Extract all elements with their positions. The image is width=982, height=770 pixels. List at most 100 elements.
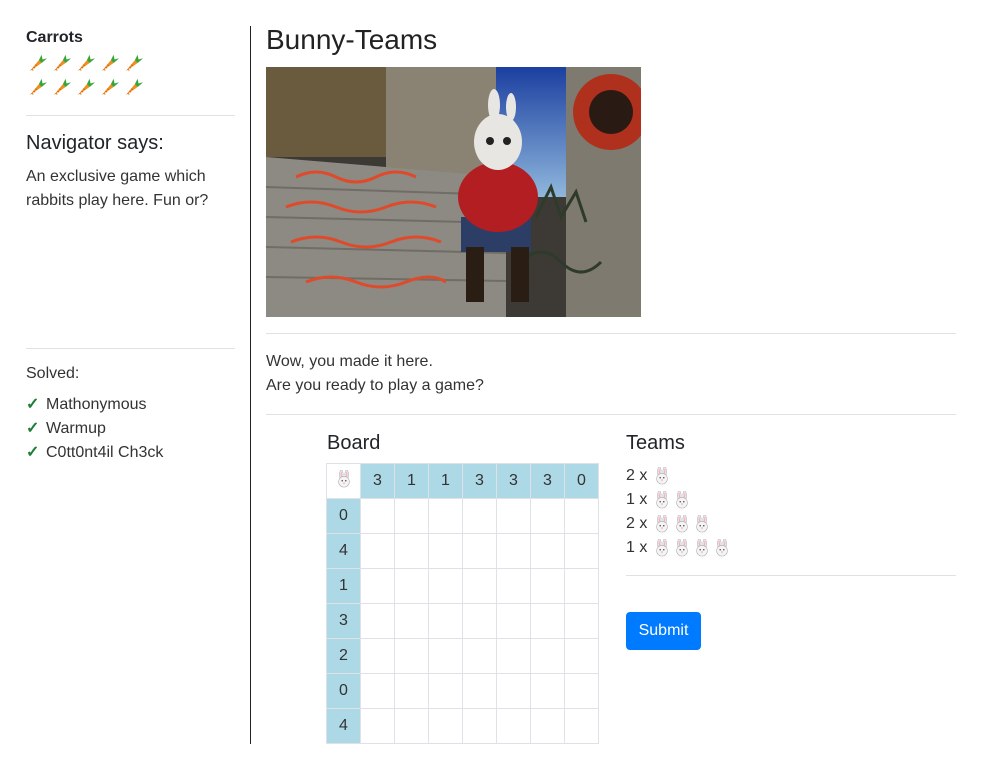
- board-row: 4: [326, 533, 599, 569]
- board-cell[interactable]: [564, 568, 599, 604]
- teams-list: 2 x 1 x 2 x 1 x: [626, 464, 731, 560]
- column-header-cell: 3: [530, 463, 565, 499]
- row-header-cell: 1: [326, 568, 361, 604]
- board-cell[interactable]: [394, 498, 429, 534]
- bunny-icon: [693, 515, 711, 533]
- submit-button[interactable]: Submit: [626, 612, 701, 650]
- board-cell[interactable]: [564, 673, 599, 709]
- board-cell[interactable]: [530, 533, 565, 569]
- board-cell[interactable]: [360, 708, 395, 744]
- carrot-icon: [122, 52, 146, 76]
- row-header-cell: 4: [326, 533, 361, 569]
- board-cell[interactable]: [496, 568, 531, 604]
- board-cell[interactable]: [496, 673, 531, 709]
- board-cell[interactable]: [394, 673, 429, 709]
- board-cell[interactable]: [496, 708, 531, 744]
- board-cell[interactable]: [428, 638, 463, 674]
- bunny-icon: [653, 539, 671, 557]
- board-cell[interactable]: [462, 533, 497, 569]
- carrot-icon: [98, 52, 122, 76]
- page-title: Bunny-Teams: [266, 24, 438, 55]
- board-cell[interactable]: [530, 638, 565, 674]
- intro-text: Wow, you made it here. Are you ready to …: [266, 350, 484, 398]
- board-cell[interactable]: [360, 603, 395, 639]
- team-item: 2 x: [626, 464, 731, 488]
- board-cell[interactable]: [462, 498, 497, 534]
- board-cell[interactable]: [530, 673, 565, 709]
- team-count-label: 1 x: [626, 491, 648, 508]
- solved-item-label: C0tt0nt4il Ch3ck: [46, 444, 164, 461]
- board-cell[interactable]: [428, 708, 463, 744]
- board-cell[interactable]: [462, 603, 497, 639]
- board-cell[interactable]: [394, 708, 429, 744]
- board-row: 1: [326, 568, 599, 604]
- sidebar-divider: [26, 348, 235, 349]
- board-row: 3: [326, 603, 599, 639]
- board-cell[interactable]: [428, 533, 463, 569]
- board-cell[interactable]: [530, 568, 565, 604]
- content-divider: [266, 333, 956, 334]
- board-cell[interactable]: [496, 533, 531, 569]
- board-cell[interactable]: [394, 638, 429, 674]
- board-cell[interactable]: [564, 498, 599, 534]
- check-icon: ✓: [26, 444, 40, 461]
- board-cell[interactable]: [428, 673, 463, 709]
- carrot-icon: [98, 76, 122, 100]
- team-count-label: 2 x: [626, 515, 648, 532]
- solved-item-label: Mathonymous: [46, 396, 147, 413]
- board-cell[interactable]: [360, 498, 395, 534]
- intro-line: Wow, you made it here.: [266, 353, 433, 370]
- board-cell[interactable]: [530, 498, 565, 534]
- column-header-cell: 1: [394, 463, 429, 499]
- teams-divider: [626, 575, 956, 576]
- board-row: 2: [326, 638, 599, 674]
- column-header-cell: 1: [428, 463, 463, 499]
- board-cell[interactable]: [564, 533, 599, 569]
- solved-item-label: Warmup: [46, 420, 106, 437]
- team-item: 1 x: [626, 488, 731, 512]
- board-cell[interactable]: [360, 638, 395, 674]
- board-cell[interactable]: [462, 708, 497, 744]
- sidebar: Carrots: [26, 28, 235, 100]
- board-cell[interactable]: [530, 603, 565, 639]
- board-cell[interactable]: [394, 603, 429, 639]
- board-cell[interactable]: [360, 673, 395, 709]
- carrots-label: Carrots: [26, 29, 83, 46]
- sidebar-separator: [250, 26, 251, 744]
- board-cell[interactable]: [496, 603, 531, 639]
- column-header-cell: 3: [462, 463, 497, 499]
- board-cell[interactable]: [564, 603, 599, 639]
- check-icon: ✓: [26, 396, 40, 413]
- board-header-row: 3113330: [326, 463, 599, 499]
- board-cell[interactable]: [360, 533, 395, 569]
- carrot-icon: [74, 76, 98, 100]
- board-cell[interactable]: [428, 498, 463, 534]
- sidebar-divider: [26, 115, 235, 116]
- row-header-cell: 4: [326, 708, 361, 744]
- board-cell[interactable]: [462, 638, 497, 674]
- board-cell[interactable]: [462, 673, 497, 709]
- row-header-cell: 0: [326, 673, 361, 709]
- board-cell[interactable]: [496, 498, 531, 534]
- board-cell[interactable]: [564, 708, 599, 744]
- board-cell[interactable]: [462, 568, 497, 604]
- navigator-text: An exclusive game which rabbits play her…: [26, 168, 209, 209]
- board-cell[interactable]: [394, 568, 429, 604]
- teams-title: Teams: [626, 432, 685, 454]
- team-count-label: 2 x: [626, 467, 648, 484]
- bunny-icon: [673, 515, 691, 533]
- board-cell[interactable]: [428, 603, 463, 639]
- solved-item: ✓ Warmup: [26, 417, 163, 441]
- board-corner-cell: [326, 463, 361, 499]
- board-cell[interactable]: [428, 568, 463, 604]
- board-cell[interactable]: [496, 638, 531, 674]
- column-header-cell: 3: [496, 463, 531, 499]
- board-cell[interactable]: [394, 533, 429, 569]
- team-count-label: 1 x: [626, 539, 648, 556]
- bunny-icon: [653, 491, 671, 509]
- board-cell[interactable]: [360, 568, 395, 604]
- board-cell[interactable]: [564, 638, 599, 674]
- team-item: 1 x: [626, 536, 731, 560]
- board-cell[interactable]: [530, 708, 565, 744]
- carrot-icon: [26, 52, 50, 76]
